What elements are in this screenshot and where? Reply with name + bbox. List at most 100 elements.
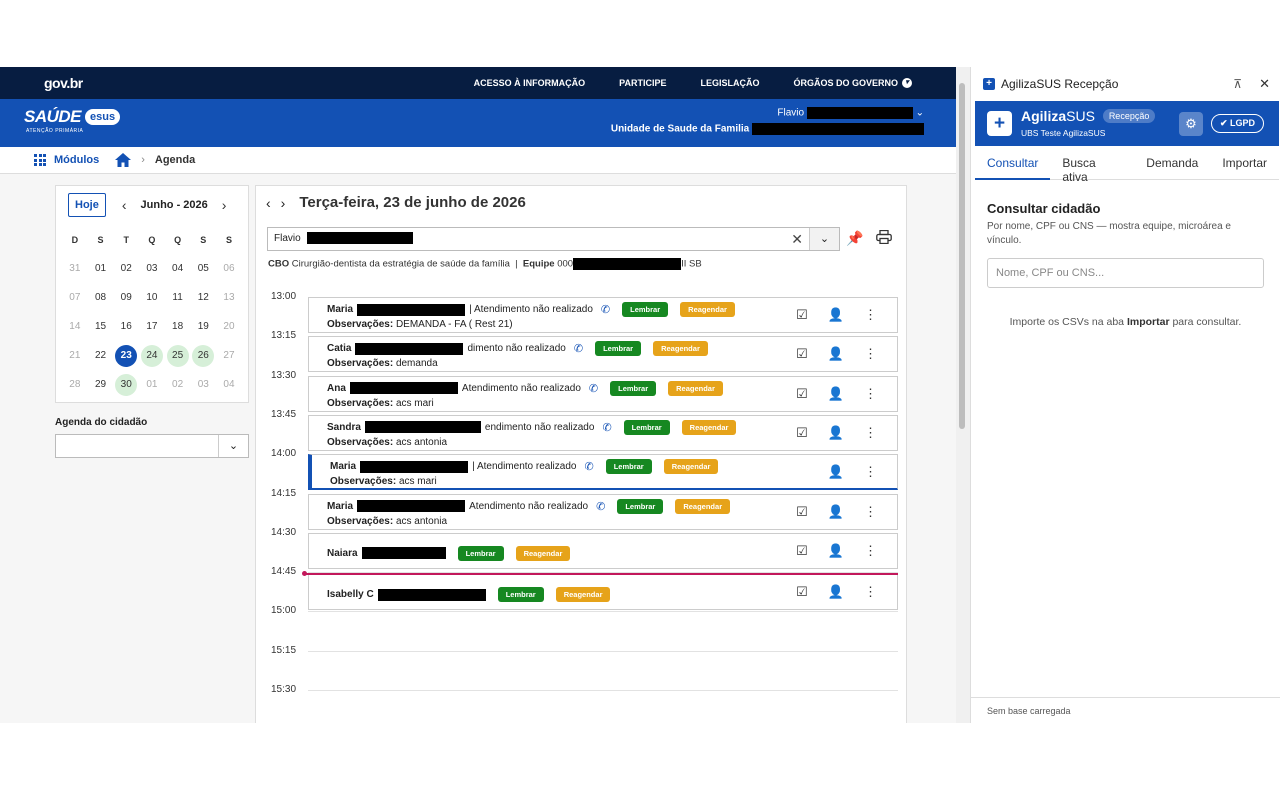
person-icon[interactable]: 👤 bbox=[828, 464, 844, 480]
calendar-day[interactable]: 05 bbox=[190, 258, 216, 280]
calendar-day[interactable]: 22 bbox=[88, 345, 114, 367]
tab-busca-ativa[interactable]: Busca ativa bbox=[1050, 146, 1134, 184]
calendar-day[interactable]: 23 bbox=[113, 345, 139, 367]
reagendar-button[interactable]: Reagendar bbox=[663, 459, 719, 475]
person-icon[interactable]: 👤 bbox=[828, 543, 844, 559]
more-icon[interactable]: ⋮ bbox=[864, 584, 877, 600]
checklist-icon[interactable]: ☑ bbox=[796, 307, 808, 323]
scrollbar[interactable] bbox=[959, 83, 965, 429]
gov-link-orgaos[interactable]: ÓRGÃOS DO GOVERNO ▾ bbox=[793, 78, 912, 88]
reagendar-button[interactable]: Reagendar bbox=[515, 545, 571, 561]
clear-icon[interactable]: ✕ bbox=[791, 228, 803, 250]
appointment-row[interactable]: Maria | Atendimento não realizado ✆ Lembrar… bbox=[308, 297, 898, 333]
tab-consultar[interactable]: Consultar bbox=[975, 146, 1051, 180]
tab-demanda[interactable]: Demanda bbox=[1134, 146, 1210, 180]
appointment-row[interactable]: Maria Atendimento não realizado ✆ Lembrar Re… bbox=[308, 493, 898, 530]
more-icon[interactable]: ⋮ bbox=[864, 504, 877, 520]
calendar-day[interactable]: 20 bbox=[216, 316, 242, 338]
chevron-right-icon[interactable]: › bbox=[222, 197, 227, 213]
brand-logo[interactable]: SAÚDE esus ATENÇÃO PRIMÁRIA bbox=[24, 107, 121, 134]
phone-icon[interactable]: ✆ bbox=[584, 460, 593, 473]
chevron-down-icon[interactable]: ⌄ bbox=[218, 435, 248, 457]
lembrar-button[interactable]: Lembrar bbox=[497, 587, 544, 603]
user-menu[interactable]: Flavio ⌄ Unidade de Saude da Familia bbox=[611, 107, 924, 135]
person-icon[interactable]: 👤 bbox=[828, 307, 844, 323]
lembrar-button[interactable]: Lembrar bbox=[595, 341, 642, 357]
lembrar-button[interactable]: Lembrar bbox=[457, 545, 504, 561]
printer-icon[interactable] bbox=[876, 230, 892, 244]
unpin-icon[interactable]: ⊼ bbox=[1233, 77, 1242, 91]
checklist-icon[interactable]: ☑ bbox=[796, 386, 808, 402]
reagendar-button[interactable]: Reagendar bbox=[668, 380, 723, 396]
calendar-day[interactable]: 09 bbox=[113, 287, 139, 309]
gear-icon[interactable]: ⚙ bbox=[1179, 112, 1203, 136]
calendar-day[interactable]: 31 bbox=[62, 258, 88, 280]
calendar-day[interactable]: 03 bbox=[139, 258, 165, 280]
lembrar-button[interactable]: Lembrar bbox=[623, 419, 670, 435]
pin-icon[interactable]: 📌 bbox=[846, 230, 863, 247]
more-icon[interactable]: ⋮ bbox=[864, 307, 877, 323]
home-icon[interactable] bbox=[115, 153, 132, 167]
appointment-row[interactable]: Isabelly C Lembrar Reagendar ☑ 👤 ⋮ bbox=[308, 574, 898, 611]
lembrar-button[interactable]: Lembrar bbox=[605, 459, 652, 475]
phone-icon[interactable]: ✆ bbox=[574, 342, 583, 355]
calendar-day[interactable]: 08 bbox=[88, 287, 114, 309]
appointment-row[interactable]: Sandra endimento não realizado ✆ Lembrar Rea… bbox=[308, 414, 898, 451]
lembrar-button[interactable]: Lembrar bbox=[610, 380, 657, 396]
checklist-icon[interactable]: ☑ bbox=[796, 504, 808, 520]
calendar-day[interactable]: 04 bbox=[165, 258, 191, 280]
chevron-down-icon[interactable]: ⌄ bbox=[809, 228, 839, 250]
person-icon[interactable]: 👤 bbox=[828, 386, 844, 402]
calendar-day[interactable]: 07 bbox=[62, 287, 88, 309]
more-icon[interactable]: ⋮ bbox=[864, 464, 877, 480]
modules-link[interactable]: Módulos bbox=[54, 154, 99, 166]
person-icon[interactable]: 👤 bbox=[828, 584, 844, 600]
reagendar-button[interactable]: Reagendar bbox=[681, 419, 737, 435]
more-icon[interactable]: ⋮ bbox=[864, 346, 877, 362]
phone-icon[interactable]: ✆ bbox=[589, 382, 598, 395]
calendar-day[interactable]: 03 bbox=[190, 374, 216, 396]
gov-link-participe[interactable]: PARTICIPE bbox=[619, 78, 666, 88]
close-icon[interactable]: ✕ bbox=[1259, 76, 1270, 92]
calendar-day[interactable]: 15 bbox=[88, 316, 114, 338]
calendar-day[interactable]: 25 bbox=[165, 345, 191, 367]
gov-logo[interactable]: gov.br bbox=[44, 75, 83, 91]
calendar-day[interactable]: 17 bbox=[139, 316, 165, 338]
calendar-day[interactable]: 13 bbox=[216, 287, 242, 309]
calendar-day[interactable]: 26 bbox=[190, 345, 216, 367]
more-icon[interactable]: ⋮ bbox=[864, 543, 877, 559]
reagendar-button[interactable]: Reagendar bbox=[675, 498, 731, 514]
appointment-row[interactable]: Maria | Atendimento realizado ✆ Lembrar Reag… bbox=[308, 454, 898, 491]
calendar-day[interactable]: 01 bbox=[88, 258, 114, 280]
next-day-icon[interactable]: › bbox=[281, 195, 286, 211]
person-icon[interactable]: 👤 bbox=[828, 504, 844, 520]
checklist-icon[interactable]: ☑ bbox=[796, 543, 808, 559]
calendar-day[interactable]: 02 bbox=[165, 374, 191, 396]
calendar-day[interactable]: 01 bbox=[139, 374, 165, 396]
calendar-day[interactable]: 11 bbox=[165, 287, 191, 309]
calendar-day[interactable]: 04 bbox=[216, 374, 242, 396]
appointment-row[interactable]: Ana Atendimento não realizado ✆ Lembrar Reag… bbox=[308, 375, 898, 412]
calendar-day[interactable]: 18 bbox=[165, 316, 191, 338]
phone-icon[interactable]: ✆ bbox=[602, 421, 611, 434]
appointment-row[interactable]: Catia dimento não realizado ✆ Lembrar Reagen… bbox=[308, 336, 898, 373]
calendar-day[interactable]: 21 bbox=[62, 345, 88, 367]
prev-day-icon[interactable]: ‹ bbox=[266, 195, 271, 211]
calendar-day[interactable]: 28 bbox=[62, 374, 88, 396]
person-icon[interactable]: 👤 bbox=[828, 346, 844, 362]
reagendar-button[interactable]: Reagendar bbox=[653, 341, 708, 357]
calendar-day[interactable]: 02 bbox=[113, 258, 139, 280]
professional-select[interactable]: Flavio ✕ ⌄ bbox=[267, 227, 840, 251]
more-icon[interactable]: ⋮ bbox=[864, 386, 877, 402]
calendar-day[interactable]: 06 bbox=[216, 258, 242, 280]
checklist-icon[interactable]: ☑ bbox=[796, 425, 808, 441]
calendar-day[interactable]: 29 bbox=[88, 374, 114, 396]
tab-importar[interactable]: Importar bbox=[1210, 146, 1279, 180]
reagendar-button[interactable]: Reagendar bbox=[555, 587, 611, 603]
calendar-day[interactable]: 24 bbox=[139, 345, 165, 367]
lembrar-button[interactable]: Lembrar bbox=[622, 302, 669, 317]
calendar-day[interactable]: 12 bbox=[190, 287, 216, 309]
reagendar-button[interactable]: Reagendar bbox=[680, 302, 735, 317]
modules-grid-icon[interactable] bbox=[34, 154, 46, 166]
gov-link-acesso[interactable]: ACESSO À INFORMAÇÃO bbox=[474, 78, 586, 88]
